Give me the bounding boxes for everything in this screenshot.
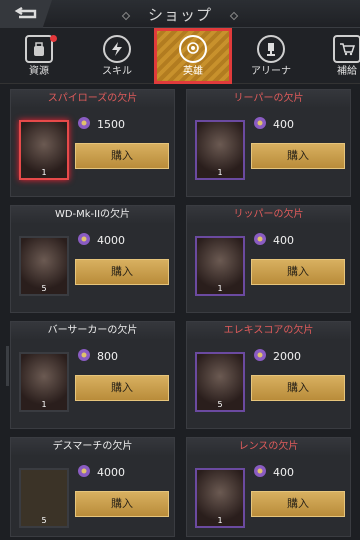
hero-portrait[interactable]: 1	[19, 352, 69, 412]
item-count: 1	[41, 400, 47, 409]
item-title: バーサーカーの欠片	[11, 322, 174, 340]
buy-button[interactable]: 購入	[75, 143, 169, 169]
shop-item: リッパーの欠片 1 400 購入	[186, 205, 351, 313]
buy-button[interactable]: 購入	[251, 375, 345, 401]
tab-label: 英雄	[183, 66, 203, 77]
title-wrapper: ショップ	[0, 4, 360, 25]
medal-currency-icon	[254, 117, 266, 129]
buy-button[interactable]: 購入	[251, 143, 345, 169]
item-price: 4000	[97, 466, 125, 479]
tab-heroes[interactable]: 英雄	[154, 28, 232, 84]
item-title: WD-Mk-IIの欠片	[11, 206, 174, 224]
medal-currency-icon	[78, 117, 90, 129]
hero-portrait[interactable]: 1	[19, 120, 69, 180]
page-title: ショップ	[147, 6, 212, 24]
lightning-icon	[103, 35, 131, 63]
tab-label: 補給	[337, 66, 357, 77]
item-price: 4000	[97, 234, 125, 247]
title-ornament-left	[121, 11, 131, 20]
medal-currency-icon	[78, 349, 90, 361]
tab-label: スキル	[102, 66, 132, 77]
shop-item: レンスの欠片 1 400 購入	[186, 437, 351, 537]
item-title: スパイローズの欠片	[11, 90, 174, 108]
buy-button[interactable]: 購入	[75, 375, 169, 401]
item-price: 400	[273, 466, 294, 479]
shop-item: エレキスコアの欠片 5 2000 購入	[186, 321, 351, 429]
item-price: 800	[97, 350, 118, 363]
item-count: 1	[217, 284, 223, 293]
item-title: レンスの欠片	[187, 438, 350, 456]
hero-portrait[interactable]: 5	[19, 468, 69, 528]
medal-currency-icon	[78, 465, 90, 477]
item-price: 400	[273, 234, 294, 247]
medal-currency-icon	[78, 233, 90, 245]
bag-icon	[25, 35, 53, 63]
title-ornament-right	[229, 11, 239, 20]
item-count: 1	[41, 168, 47, 177]
item-count: 5	[217, 400, 223, 409]
shop-item: リーパーの欠片 1 400 購入	[186, 89, 351, 197]
item-count: 1	[217, 168, 223, 177]
medal-currency-icon	[254, 349, 266, 361]
shop-item: デスマーチの欠片 5 4000 購入	[10, 437, 175, 537]
tab-supply[interactable]: 補給	[310, 30, 360, 82]
buy-button[interactable]: 購入	[251, 259, 345, 285]
hero-portrait[interactable]: 5	[195, 352, 245, 412]
tab-resources[interactable]: 資源	[2, 30, 76, 82]
medal-currency-icon	[254, 465, 266, 477]
buy-button[interactable]: 購入	[251, 491, 345, 517]
item-title: エレキスコアの欠片	[187, 322, 350, 340]
item-price: 1500	[97, 118, 125, 131]
tab-arena[interactable]: アリーナ	[234, 30, 308, 82]
buy-button[interactable]: 購入	[75, 491, 169, 517]
scrollbar[interactable]	[6, 346, 9, 386]
notification-dot	[50, 35, 57, 42]
trophy-icon	[257, 35, 285, 63]
item-price: 400	[273, 118, 294, 131]
tab-label: アリーナ	[251, 66, 291, 77]
hero-portrait[interactable]: 5	[19, 236, 69, 296]
shop-item: スパイローズの欠片 1 1500 購入	[10, 89, 175, 197]
tab-label: 資源	[29, 66, 49, 77]
hero-portrait[interactable]: 1	[195, 468, 245, 528]
tab-skills[interactable]: スキル	[80, 30, 154, 82]
cart-icon	[333, 35, 360, 63]
hero-portrait[interactable]: 1	[195, 120, 245, 180]
item-count: 1	[217, 516, 223, 525]
item-count: 5	[41, 516, 47, 525]
top-bar: ショップ	[0, 0, 360, 28]
shop-item: バーサーカーの欠片 1 800 購入	[10, 321, 175, 429]
hero-portrait[interactable]: 1	[195, 236, 245, 296]
category-tabs: 資源 スキル 英雄 アリーナ 補給	[0, 28, 360, 84]
shop-item: WD-Mk-IIの欠片 5 4000 購入	[10, 205, 175, 313]
buy-button[interactable]: 購入	[75, 259, 169, 285]
medal-icon	[179, 35, 207, 63]
item-title: デスマーチの欠片	[11, 438, 174, 456]
item-title: リーパーの欠片	[187, 90, 350, 108]
item-price: 2000	[273, 350, 301, 363]
item-title: リッパーの欠片	[187, 206, 350, 224]
item-count: 5	[41, 284, 47, 293]
medal-currency-icon	[254, 233, 266, 245]
